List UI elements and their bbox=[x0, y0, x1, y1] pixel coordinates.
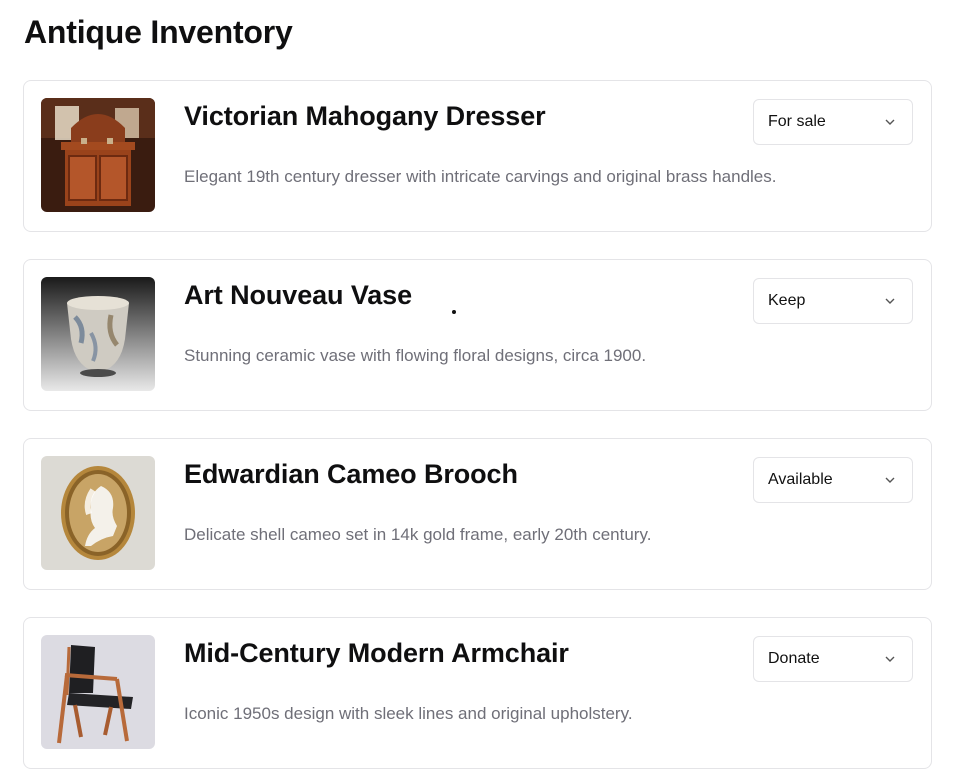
chevron-down-icon bbox=[885, 477, 895, 483]
status-select-value: Keep bbox=[768, 292, 806, 309]
item-description: Iconic 1950s design with sleek lines and… bbox=[184, 704, 633, 723]
status-select[interactable]: Keep bbox=[753, 278, 913, 324]
item-name: Victorian Mahogany Dresser bbox=[184, 101, 546, 131]
item-name: Art Nouveau Vase bbox=[184, 280, 412, 310]
item-card: Edwardian Cameo Brooch Delicate shell ca… bbox=[23, 438, 932, 590]
item-name: Mid-Century Modern Armchair bbox=[184, 638, 569, 668]
item-name: Edwardian Cameo Brooch bbox=[184, 459, 518, 489]
status-select[interactable]: Available bbox=[753, 457, 913, 503]
item-image-armchair bbox=[41, 635, 155, 749]
item-description: Delicate shell cameo set in 14k gold fra… bbox=[184, 525, 652, 544]
item-description: Elegant 19th century dresser with intric… bbox=[184, 167, 777, 186]
status-select[interactable]: For sale bbox=[753, 99, 913, 145]
status-select-value: Donate bbox=[768, 650, 820, 667]
status-select-value: Available bbox=[768, 471, 833, 488]
chevron-down-icon bbox=[885, 119, 895, 125]
stray-dot bbox=[452, 310, 456, 314]
chevron-down-icon bbox=[885, 298, 895, 304]
item-image-brooch bbox=[41, 456, 155, 570]
item-card: Victorian Mahogany Dresser Elegant 19th … bbox=[23, 80, 932, 232]
item-card: Mid-Century Modern Armchair Iconic 1950s… bbox=[23, 617, 932, 769]
item-card: Art Nouveau Vase Stunning ceramic vase w… bbox=[23, 259, 932, 411]
status-select-value: For sale bbox=[768, 113, 826, 130]
chevron-down-icon bbox=[885, 656, 895, 662]
item-image-vase bbox=[41, 277, 155, 391]
item-description: Stunning ceramic vase with flowing flora… bbox=[184, 346, 647, 365]
status-select[interactable]: Donate bbox=[753, 636, 913, 682]
item-image-dresser bbox=[41, 98, 155, 212]
page-title: Antique Inventory bbox=[24, 14, 293, 50]
